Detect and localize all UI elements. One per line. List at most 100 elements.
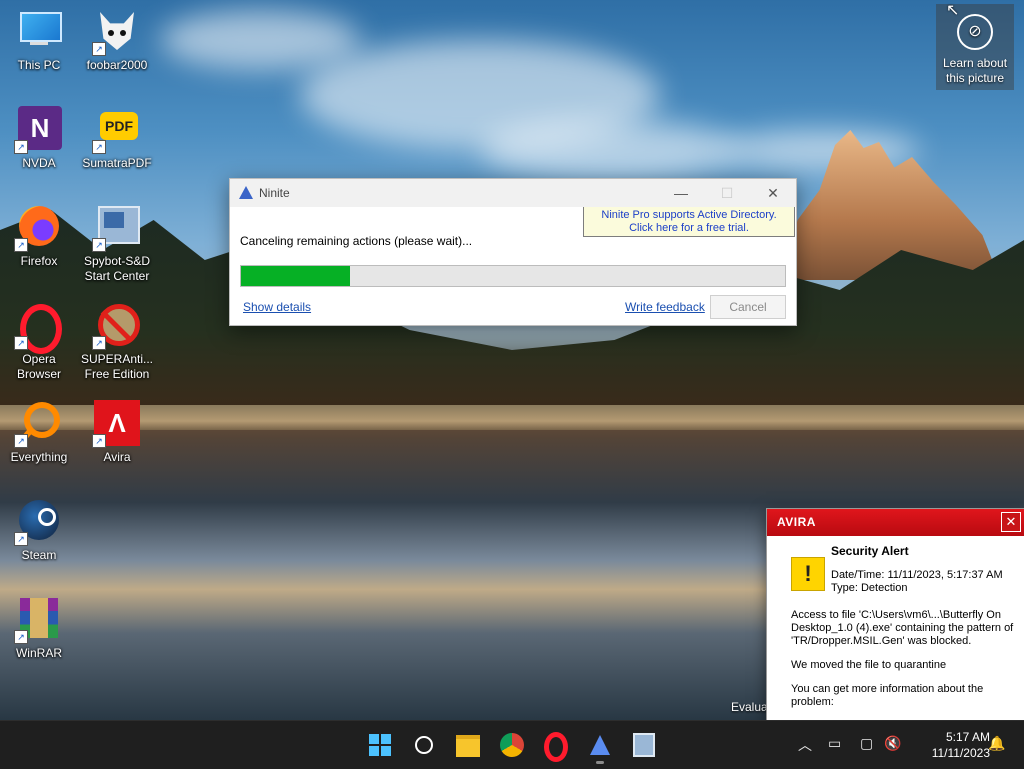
ninite-logo-icon: [590, 735, 610, 755]
windows-logo-icon: [369, 734, 391, 756]
shortcut-arrow-icon: ↗: [92, 434, 106, 448]
desktop-icon-label: foobar2000: [86, 58, 148, 72]
avira-security-alert: AVIRA ✕ ! Security Alert Date/Time: 11/1…: [766, 508, 1024, 722]
chrome-icon: [500, 733, 524, 757]
steam-icon: ↗: [14, 498, 62, 546]
sumatra-pdf-icon: PDF ↗: [92, 106, 140, 154]
desktop-icon-this-pc[interactable]: This PC: [0, 8, 78, 73]
desktop-icon-label: Firefox: [20, 254, 58, 268]
desktop-icon-opera[interactable]: ↗ Opera Browser: [0, 302, 78, 382]
shortcut-arrow-icon: ↗: [14, 630, 28, 644]
installer-icon: [633, 733, 655, 757]
shortcut-arrow-icon: ↗: [14, 238, 28, 252]
notification-bell-icon[interactable]: 🔔: [988, 735, 1005, 752]
start-button[interactable]: [364, 729, 396, 761]
chevron-up-icon[interactable]: ︿: [798, 735, 812, 755]
display-icon[interactable]: ▢: [860, 735, 873, 752]
alert-message: Access to file 'C:\Users\vm6\...\Butterf…: [791, 609, 1017, 720]
taskbar: ︿ ▭ ▢ 🔇 5:17 AM 11/11/2023 🔔: [0, 720, 1024, 769]
desktop-icon-label: Spybot-S&D Start Center: [83, 254, 151, 283]
avira-header: AVIRA ✕: [767, 509, 1024, 536]
file-explorer-button[interactable]: [452, 729, 484, 761]
desktop-icon-firefox[interactable]: ↗ Firefox: [0, 204, 78, 269]
alert-type: Type: Detection: [831, 582, 908, 594]
desktop-icon-label: SumatraPDF: [82, 156, 152, 170]
superantispyware-icon: ↗: [92, 302, 140, 350]
shortcut-arrow-icon: ↗: [92, 238, 106, 252]
desktop-icon-nvda[interactable]: N ↗ NVDA: [0, 106, 78, 171]
nvda-icon: N ↗: [14, 106, 62, 154]
folder-icon: [456, 735, 480, 757]
installer-taskbar-button[interactable]: [628, 729, 660, 761]
evaluation-watermark: Evalua: [731, 700, 768, 714]
ninite-logo-icon: [239, 186, 253, 199]
learn-label: Learn about this picture: [942, 56, 1008, 85]
desktop-icon-label: Steam: [21, 548, 57, 562]
desktop-icon-label: WinRAR: [15, 646, 62, 660]
desktop-icon-everything[interactable]: ↗ Everything: [0, 400, 78, 465]
maximize-button: ☐: [720, 185, 734, 201]
cancel-button: Cancel: [710, 295, 786, 319]
shortcut-arrow-icon: ↗: [92, 140, 106, 154]
minimize-button[interactable]: —: [666, 183, 696, 203]
cloud: [480, 120, 740, 180]
opera-icon: [544, 732, 568, 762]
camera-icon: ⊘: [957, 14, 993, 50]
ninite-pro-promo[interactable]: Ninite Pro supports Active Directory. Cl…: [583, 207, 795, 237]
shortcut-arrow-icon: ↗: [92, 336, 106, 350]
status-text: Canceling remaining actions (please wait…: [240, 234, 473, 248]
volume-muted-icon[interactable]: 🔇: [884, 735, 901, 752]
alert-more-info: You can get more information about the p…: [791, 683, 984, 708]
shortcut-arrow-icon: ↗: [14, 140, 28, 154]
cloud: [160, 10, 360, 70]
alert-title: Security Alert: [831, 544, 909, 558]
close-icon[interactable]: ✕: [1001, 512, 1021, 532]
desktop-icon-steam[interactable]: ↗ Steam: [0, 498, 78, 563]
desktop-icon-foobar2000[interactable]: ↗ foobar2000: [78, 8, 156, 73]
write-feedback-link[interactable]: Write feedback: [625, 300, 705, 314]
opera-taskbar-button[interactable]: [540, 729, 572, 762]
desktop-icon-label: Everything: [10, 450, 68, 464]
desktop-icon-winrar[interactable]: ↗ WinRAR: [0, 596, 78, 661]
network-offline-icon[interactable]: ▭: [828, 735, 841, 752]
mouse-cursor-icon: ↖: [946, 2, 960, 19]
shortcut-arrow-icon: ↗: [14, 434, 28, 448]
desktop-icon-avira[interactable]: Λ ↗ Avira: [78, 400, 156, 465]
shortcut-arrow-icon: ↗: [14, 532, 28, 546]
close-button[interactable]: ✕: [758, 183, 788, 203]
chrome-button[interactable]: [496, 729, 528, 761]
desktop-icon-label: Opera Browser: [16, 352, 61, 381]
warning-icon: !: [791, 557, 825, 591]
shortcut-arrow-icon: ↗: [14, 336, 28, 350]
opera-icon: ↗: [14, 302, 62, 354]
desktop-icon-label: NVDA: [22, 156, 56, 170]
desktop-icon-label: Avira: [103, 450, 131, 464]
everything-search-icon: ↗: [14, 400, 62, 448]
ninite-taskbar-button[interactable]: [584, 729, 616, 764]
search-button[interactable]: [408, 729, 440, 761]
show-details-link[interactable]: Show details: [243, 300, 311, 314]
desktop-icon-label: This PC: [17, 58, 61, 72]
promo-link[interactable]: Click here for a free trial.: [584, 222, 794, 235]
window-title: Ninite: [259, 186, 290, 200]
alert-quarantine: We moved the file to quarantine: [791, 659, 947, 671]
ninite-titlebar[interactable]: Ninite — ☐ ✕: [230, 179, 796, 207]
desktop-icon-superantispyware[interactable]: ↗ SUPERAnti... Free Edition: [78, 302, 156, 382]
ninite-window: Ninite — ☐ ✕ Ninite Pro supports Active …: [229, 178, 797, 326]
alert-datetime: Date/Time: 11/11/2023, 5:17:37 AM: [831, 569, 1003, 581]
desktop-icon-label: SUPERAnti... Free Edition: [80, 352, 154, 381]
search-icon: [415, 736, 433, 754]
winrar-icon: ↗: [14, 596, 62, 644]
avira-icon: Λ ↗: [92, 400, 140, 448]
foobar-fox-icon: ↗: [92, 8, 140, 56]
desktop-icon-spybot[interactable]: ↗ Spybot-S&D Start Center: [78, 204, 156, 284]
alert-meta: Date/Time: 11/11/2023, 5:17:37 AM Type: …: [831, 569, 1003, 595]
clock[interactable]: 5:17 AM 11/11/2023: [912, 729, 990, 761]
clock-date: 11/11/2023: [931, 746, 990, 760]
alert-detail: Access to file 'C:\Users\vm6\...\Butterf…: [791, 609, 1014, 647]
firefox-icon: ↗: [14, 204, 62, 252]
desktop-icon-sumatrapdf[interactable]: PDF ↗ SumatraPDF: [78, 106, 156, 171]
progress-bar: [240, 265, 786, 287]
clock-time: 5:17 AM: [945, 730, 990, 744]
promo-line: Ninite Pro supports Active Directory.: [601, 209, 777, 221]
